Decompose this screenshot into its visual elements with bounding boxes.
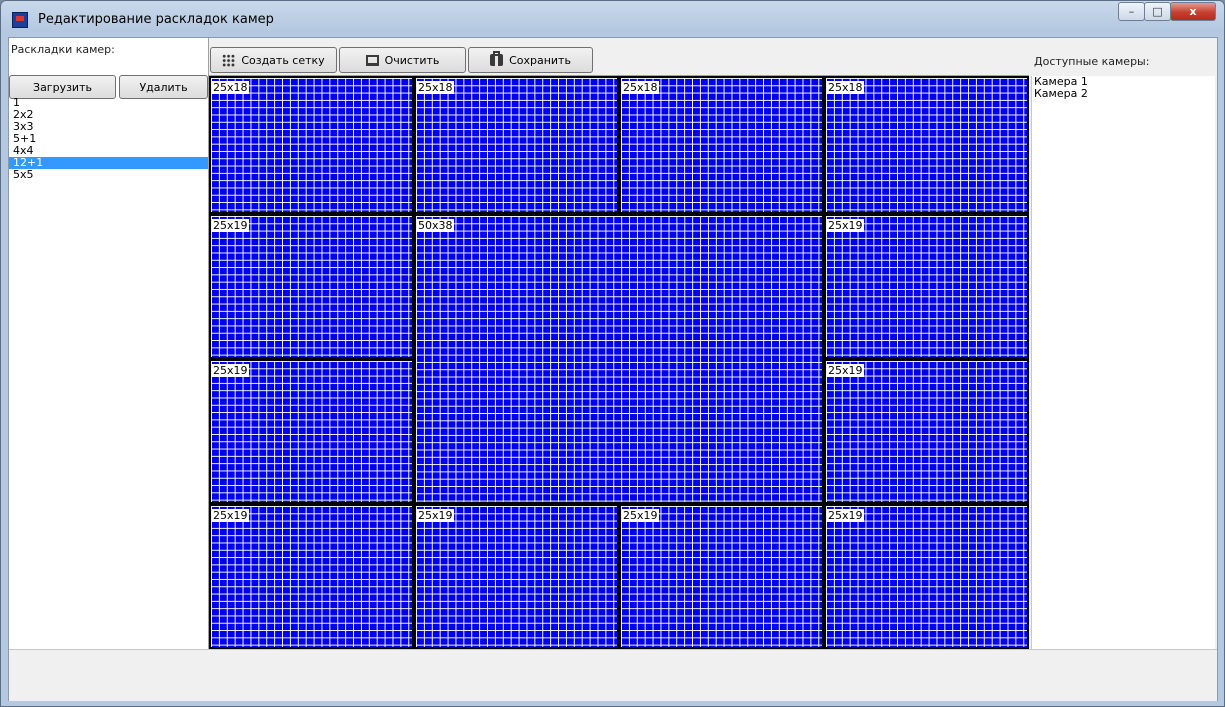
grid-cell[interactable]: 25x19 [824, 504, 1029, 649]
layout-item[interactable]: 5+1 [9, 133, 208, 145]
cell-size-label: 50x38 [417, 219, 454, 232]
available-cameras-label: Доступные камеры: [1034, 55, 1150, 68]
clear-label: Очистить [384, 53, 440, 67]
cell-size-label: 25x19 [212, 509, 249, 522]
cell-size-label: 25x18 [827, 81, 864, 94]
layout-item[interactable]: 5x5 [9, 169, 208, 181]
cell-size-label: 25x19 [417, 509, 454, 522]
cell-size-label: 25x18 [212, 81, 249, 94]
cell-size-label: 25x19 [212, 219, 249, 232]
layouts-panel: Раскладки камер: Загрузить Удалить 1 2x2 3… [9, 38, 209, 649]
toolbar: Создать сетку Очистить Сохранить [209, 38, 1029, 76]
client-area: Раскладки камер: Загрузить Удалить 1 2x2 3… [8, 37, 1218, 701]
cameras-list[interactable]: Камера 1 Камера 2 [1031, 76, 1215, 649]
delete-button[interactable]: Удалить [119, 75, 208, 99]
grid-cell[interactable]: 25x18 [824, 76, 1029, 214]
grid-cell[interactable]: 25x19 [209, 359, 414, 504]
grid-cell[interactable]: 25x19 [414, 504, 619, 649]
grid-cell[interactable]: 25x19 [209, 504, 414, 649]
window-controls: – □ x [1118, 2, 1216, 21]
grid-cell[interactable]: 25x18 [414, 76, 619, 214]
grid-cell[interactable]: 25x19 [619, 504, 824, 649]
grid-cell[interactable]: 25x19 [209, 214, 414, 359]
status-area [9, 649, 1217, 701]
cell-size-label: 25x19 [827, 364, 864, 377]
layouts-list[interactable]: 1 2x2 3x3 5+1 4x4 12+1 5x5 [9, 97, 208, 181]
grid-icon [222, 53, 236, 67]
layout-editor-window: Редактирование раскладок камер – □ x Рас… [0, 0, 1225, 707]
briefcase-icon [490, 51, 504, 66]
create-grid-button[interactable]: Создать сетку [210, 47, 337, 73]
cell-size-label: 25x19 [827, 509, 864, 522]
title-bar[interactable]: Редактирование раскладок камер – □ x [1, 1, 1224, 37]
grid-cell[interactable]: 25x18 [209, 76, 414, 214]
grid-cell[interactable]: 25x18 [619, 76, 824, 214]
minimize-button[interactable]: – [1118, 2, 1145, 21]
clear-button[interactable]: Очистить [339, 47, 466, 73]
grid-cell[interactable]: 25x19 [824, 214, 1029, 359]
layout-item[interactable]: 1 [9, 97, 208, 109]
cell-size-label: 25x19 [827, 219, 864, 232]
cell-size-label: 25x18 [417, 81, 454, 94]
cell-size-label: 25x19 [622, 509, 659, 522]
layout-item[interactable]: 3x3 [9, 121, 208, 133]
camera-item[interactable]: Камера 2 [1032, 88, 1215, 100]
layout-item[interactable]: 2x2 [9, 109, 208, 121]
layouts-label: Раскладки камер: [11, 43, 115, 56]
cell-size-label: 25x19 [212, 364, 249, 377]
cell-size-label: 25x18 [622, 81, 659, 94]
grid-cell[interactable]: 25x19 [824, 359, 1029, 504]
window-title: Редактирование раскладок камер [38, 12, 274, 27]
app-icon [12, 12, 28, 28]
create-grid-label: Создать сетку [241, 53, 325, 67]
save-button[interactable]: Сохранить [468, 47, 593, 73]
load-button[interactable]: Загрузить [9, 75, 116, 99]
layout-grid: 25x18 25x18 25x18 25x18 25x19 50x38 25x1… [209, 76, 1029, 649]
maximize-button[interactable]: □ [1144, 2, 1171, 21]
close-button[interactable]: x [1170, 2, 1216, 21]
monitor-icon [365, 54, 379, 66]
layout-item[interactable]: 12+1 [9, 157, 208, 169]
grid-cell-large[interactable]: 50x38 [414, 214, 824, 504]
save-label: Сохранить [509, 53, 571, 67]
cameras-panel: Доступные камеры: Камера 1 Камера 2 [1029, 38, 1217, 649]
